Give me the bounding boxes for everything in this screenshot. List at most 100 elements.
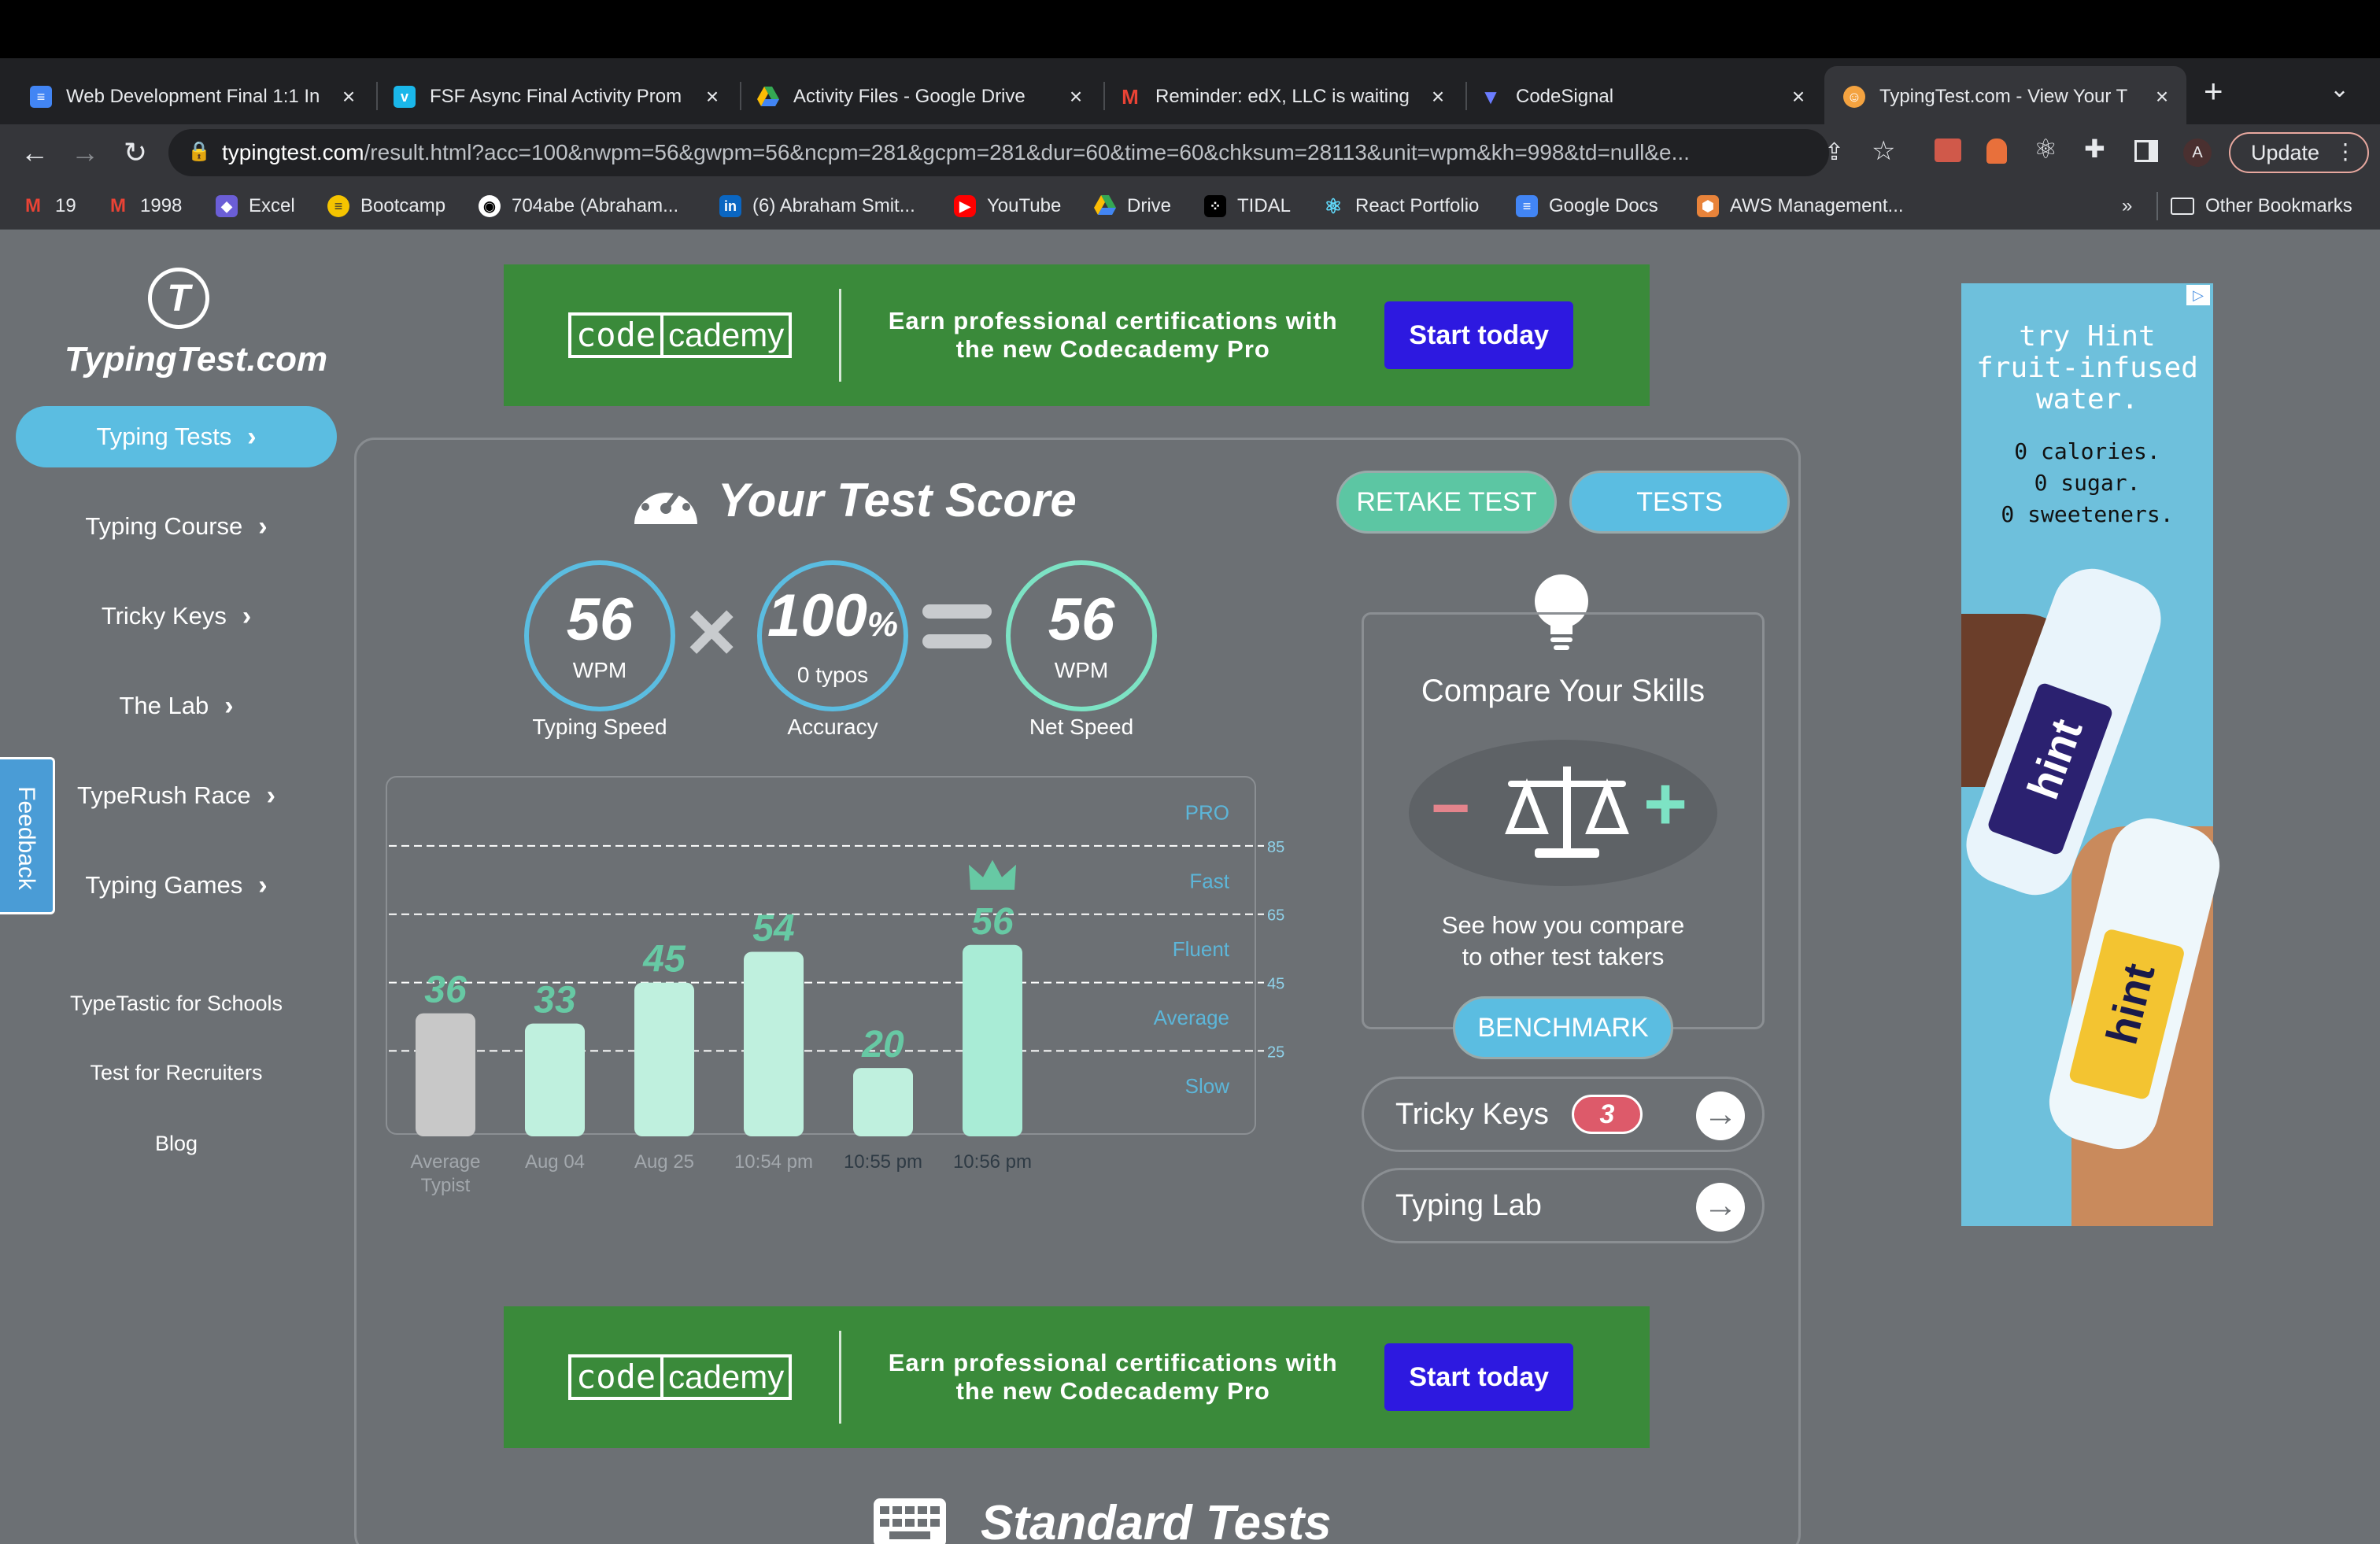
bar-value-label: 33 — [534, 980, 576, 1021]
codecademy-logo: code cademy — [568, 312, 793, 358]
minus-icon: − — [1431, 770, 1471, 846]
folder-icon — [2171, 198, 2194, 215]
level-label: Slow — [1185, 1074, 1230, 1098]
bookmark-gmail-1998[interactable]: M 1998 — [107, 190, 182, 222]
react-devtools-icon[interactable]: ⚛ — [2034, 134, 2057, 165]
tab-typingtest-active[interactable]: ☺ TypingTest.com - View Your T × — [1843, 69, 2174, 124]
nav-typing-games[interactable]: Typing Games › — [16, 855, 337, 916]
bookmark-github[interactable]: ◉ 704abe (Abraham... — [479, 190, 678, 222]
vimeo-icon: v — [394, 86, 416, 108]
tab-codesignal[interactable]: ▼ CodeSignal × — [1480, 69, 1810, 124]
bookmark-youtube[interactable]: ▶ YouTube — [954, 190, 1061, 222]
typing-lab-button[interactable]: Typing Lab → — [1362, 1168, 1765, 1243]
tab-activity-files[interactable]: Activity Files - Google Drive × — [757, 69, 1088, 124]
plus-icon: + — [1643, 762, 1688, 846]
crown-icon — [969, 859, 1016, 890]
codecademy-ad-bottom[interactable]: code cademy Earn professional certificati… — [504, 1306, 1650, 1448]
site-logo[interactable]: T TypingTest.com — [65, 268, 327, 379]
side-panel-icon[interactable] — [2134, 140, 2158, 162]
nav-typerush-race[interactable]: TypeRush Race › — [16, 765, 337, 826]
hint-water-ad[interactable]: ▷ try Hint fruit-infused water. 0 calories… — [1955, 283, 2228, 1226]
bookmark-bootcamp[interactable]: ≡ Bootcamp — [327, 190, 445, 222]
close-icon[interactable]: × — [700, 84, 724, 109]
address-bar[interactable]: 🔒 typingtest.com/result.html?acc=100&nwp… — [168, 129, 1829, 176]
bookmark-star-icon[interactable]: ☆ — [1872, 135, 1895, 167]
more-bookmarks-button[interactable]: » — [2122, 190, 2132, 222]
back-arrow-icon[interactable]: ← — [14, 132, 55, 173]
bookmark-aws[interactable]: ⬢ AWS Management... — [1697, 190, 1904, 222]
excel-icon: ◆ — [216, 195, 238, 217]
link-blog[interactable]: Blog — [16, 1132, 337, 1156]
start-today-button[interactable]: Start today — [1384, 301, 1574, 369]
chart-bar — [525, 1023, 585, 1136]
extensions-puzzle-icon[interactable]: ✚ — [2084, 134, 2105, 164]
bookmark-gmail-19[interactable]: M 19 — [22, 190, 76, 222]
ad-choices-icon[interactable]: ▷ — [2186, 285, 2210, 305]
new-tab-button[interactable]: + — [2204, 72, 2223, 110]
bookmark-react-portfolio[interactable]: ⚛ React Portfolio — [1322, 190, 1479, 222]
link-test-for-recruiters[interactable]: Test for Recruiters — [16, 1061, 337, 1085]
threshold-tick-label: 65 — [1267, 907, 1284, 925]
forward-arrow-icon[interactable]: → — [65, 132, 105, 173]
ad-divider — [839, 289, 842, 382]
level-label: Fluent — [1173, 937, 1230, 961]
category-tick-label: 10:56 pm — [953, 1151, 1032, 1173]
nav-the-lab[interactable]: The Lab › — [16, 675, 337, 737]
nav-tricky-keys[interactable]: Tricky Keys › — [16, 585, 337, 647]
start-today-button[interactable]: Start today — [1384, 1343, 1574, 1411]
bookmark-linkedin[interactable]: in (6) Abraham Smit... — [719, 190, 915, 222]
nav-typing-course[interactable]: Typing Course › — [16, 496, 337, 557]
category-tick-label: Typist — [421, 1175, 471, 1196]
update-button[interactable]: Update ⋮ — [2229, 132, 2369, 173]
tab-search-chevron-icon[interactable]: ⌄ — [2330, 76, 2349, 103]
equals-icon-top — [922, 604, 992, 619]
tab-fsf-async[interactable]: v FSF Async Final Activity Prom × — [394, 69, 724, 124]
share-icon[interactable]: ⇪ — [1824, 139, 1844, 166]
bookmark-excel[interactable]: ◆ Excel — [216, 190, 295, 222]
close-icon[interactable]: × — [337, 84, 360, 109]
close-icon[interactable]: × — [1426, 84, 1450, 109]
threshold-tick-label: 25 — [1267, 1043, 1284, 1061]
react-icon: ⚛ — [1324, 194, 1343, 218]
chevron-right-icon: › — [242, 600, 252, 631]
extension-icon[interactable] — [1935, 139, 1961, 162]
chevron-right-icon: › — [258, 870, 268, 900]
bookmark-tidal[interactable]: ⁘ TIDAL — [1204, 190, 1291, 222]
codecademy-ad-top[interactable]: code cademy Earn professional certificati… — [504, 264, 1650, 406]
ad-text: Earn professional certifications with the… — [888, 307, 1338, 363]
other-bookmarks-folder[interactable]: Other Bookmarks — [2171, 190, 2352, 222]
category-tick-label: 10:54 pm — [734, 1151, 813, 1173]
bookmark-google-docs[interactable]: ≡ Google Docs — [1516, 190, 1658, 222]
extension-icon[interactable] — [1986, 139, 2007, 164]
tab-separator — [376, 82, 378, 110]
bar-value-label: 54 — [752, 907, 794, 949]
link-typetastic-schools[interactable]: TypeTastic for Schools — [16, 992, 337, 1016]
net-speed-label: Net Speed — [1029, 715, 1134, 739]
aws-icon: ⬢ — [1697, 195, 1719, 217]
nav-typing-tests[interactable]: Typing Tests › — [16, 406, 337, 467]
tab-reminder-edx[interactable]: M Reminder: edX, LLC is waiting × — [1119, 69, 1450, 124]
tab-web-development-final[interactable]: ≡ Web Development Final 1:1 In × — [30, 69, 360, 124]
arrow-right-icon: → — [1696, 1092, 1745, 1140]
reload-icon[interactable]: ↻ — [115, 132, 156, 173]
tests-button[interactable]: TESTS — [1569, 471, 1790, 534]
feedback-tab[interactable]: Feedback — [0, 757, 55, 914]
google-docs-icon: ≡ — [30, 86, 52, 108]
close-icon[interactable]: × — [1064, 84, 1088, 109]
typingtest-icon: ☺ — [1843, 86, 1865, 108]
bar-value-label: 56 — [971, 901, 1014, 943]
close-icon[interactable]: × — [1787, 84, 1810, 109]
close-icon[interactable]: × — [2150, 84, 2174, 109]
category-tick-label: Aug 25 — [634, 1151, 694, 1173]
ad-facts: 0 calories. 0 sugar. 0 sweeteners. — [2001, 438, 2174, 527]
multiply-icon: × — [686, 583, 737, 680]
benchmark-button[interactable]: BENCHMARK — [1453, 996, 1673, 1059]
retake-test-button[interactable]: RETAKE TEST — [1336, 471, 1557, 534]
chevron-right-icon: › — [258, 511, 268, 541]
tricky-keys-button[interactable]: Tricky Keys 3 → — [1362, 1077, 1765, 1152]
linkedin-icon: in — [719, 195, 741, 217]
category-tick-label: Average — [411, 1151, 481, 1173]
profile-avatar[interactable]: A — [2183, 139, 2212, 167]
history-chart: 85 65 45 25 PRO Fast Fluent Average Slow 36 Averag… — [386, 776, 1284, 1196]
bookmark-drive[interactable]: Drive — [1094, 190, 1171, 222]
